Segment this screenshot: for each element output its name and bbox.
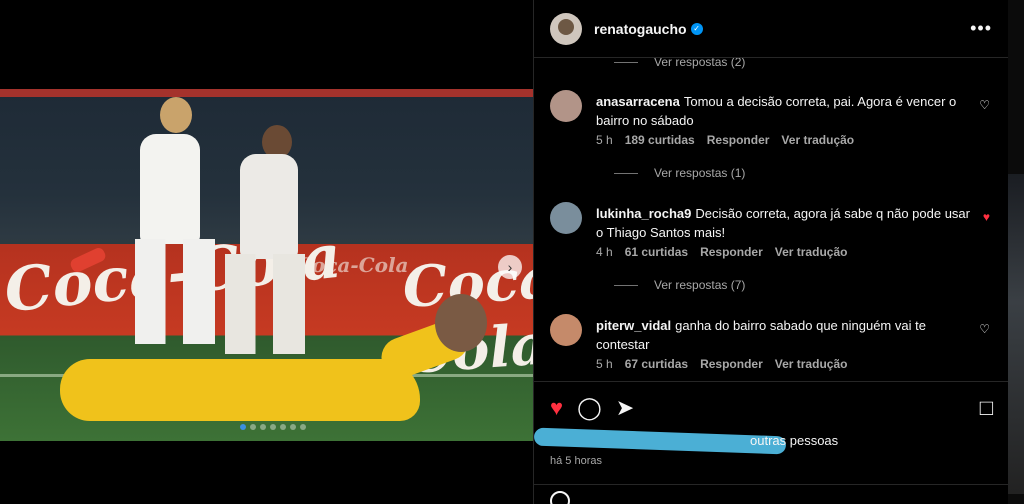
share-icon[interactable]: ➤ xyxy=(616,395,634,421)
carousel-dot xyxy=(280,424,286,430)
author-username[interactable]: renatogaucho xyxy=(594,21,687,37)
comment-meta: 4 h 61 curtidas Responder Ver tradução xyxy=(596,245,847,259)
ad-board-text-middle: Coca-Cola xyxy=(296,253,409,277)
comment-time[interactable]: 5 h xyxy=(596,133,613,147)
comment-time[interactable]: 4 h xyxy=(596,245,613,259)
comment-time[interactable]: 5 h xyxy=(596,357,613,371)
post-header: renatogaucho ✓ ••• xyxy=(534,0,1008,58)
translate-button[interactable]: Ver tradução xyxy=(775,357,848,371)
player-two-legs xyxy=(225,254,305,354)
player-one-legs xyxy=(135,239,215,344)
comment-text: piterw_vidal ganha do bairro sabado que n… xyxy=(596,316,976,354)
carousel-dot xyxy=(300,424,306,430)
carousel-dot xyxy=(240,424,246,430)
comment-text: anasarracena Tomou a decisão correta, pai… xyxy=(596,92,976,130)
comment-likes[interactable]: 67 curtidas xyxy=(625,357,688,371)
comment-meta: 5 h 189 curtidas Responder Ver tradução xyxy=(596,133,854,147)
comment-text: lukinha_rocha9 Decisão correta, agora já … xyxy=(596,204,976,242)
player-one-head xyxy=(160,97,192,133)
photo-stadium-band xyxy=(0,89,533,97)
carousel-dot xyxy=(250,424,256,430)
heart-icon[interactable]: ♥ xyxy=(550,395,563,421)
comments-list: Ver respostas (2) anasarracena Tomou a de… xyxy=(534,58,1009,381)
comment-avatar[interactable] xyxy=(550,202,582,234)
carousel-dot xyxy=(270,424,276,430)
post-actions-bar: ♥ ◯ ➤ □ xyxy=(534,381,1009,433)
more-options-icon[interactable]: ••• xyxy=(970,18,992,39)
comment-meta: 5 h 67 curtidas Responder Ver tradução xyxy=(596,357,847,371)
carousel-dot xyxy=(290,424,296,430)
reply-button[interactable]: Responder xyxy=(700,357,763,371)
comment-username[interactable]: piterw_vidal xyxy=(596,318,671,333)
bookmark-icon[interactable]: □ xyxy=(980,395,993,421)
goalkeeper-body xyxy=(60,359,420,421)
liked-by-text[interactable]: outras pessoas xyxy=(750,433,838,448)
comment-like-heart-icon[interactable]: ♥ xyxy=(983,210,990,224)
player-one-body xyxy=(140,134,200,244)
view-replies-button[interactable]: Ver respostas (2) xyxy=(614,58,745,69)
comment-like-heart-icon[interactable]: ♡ xyxy=(979,322,990,336)
author-avatar[interactable] xyxy=(550,12,582,45)
comment-username[interactable]: lukinha_rocha9 xyxy=(596,206,691,221)
carousel-indicator xyxy=(240,424,306,430)
background-image-fragment xyxy=(1008,174,1024,494)
add-comment-bar xyxy=(534,484,1009,504)
post-timestamp[interactable]: há 5 horas xyxy=(550,455,602,467)
comment-username[interactable]: anasarracena xyxy=(596,94,680,109)
view-replies-button[interactable]: Ver respostas (1) xyxy=(614,166,745,180)
comment-like-heart-icon[interactable]: ♡ xyxy=(979,98,990,112)
reply-button[interactable]: Responder xyxy=(700,245,763,259)
comment-avatar[interactable] xyxy=(550,90,582,122)
carousel-next-button[interactable]: › xyxy=(498,255,522,279)
view-replies-button[interactable]: Ver respostas (7) xyxy=(614,278,745,292)
comment-likes[interactable]: 61 curtidas xyxy=(625,245,688,259)
comment-avatar[interactable] xyxy=(550,314,582,346)
translate-button[interactable]: Ver tradução xyxy=(781,133,854,147)
comment-icon[interactable]: ◯ xyxy=(577,395,602,421)
goalkeeper-head xyxy=(435,294,487,352)
player-two-body xyxy=(240,154,298,259)
emoji-icon[interactable] xyxy=(550,490,570,504)
comment-likes[interactable]: 189 curtidas xyxy=(625,133,695,147)
translate-button[interactable]: Ver tradução xyxy=(775,245,848,259)
verified-badge-icon: ✓ xyxy=(690,22,703,35)
post-photo: Coca-Cola Coca-Cola Coca-Cola › xyxy=(0,89,533,441)
carousel-dot xyxy=(260,424,266,430)
post-side-panel: renatogaucho ✓ ••• Ver respostas (2) ana… xyxy=(533,0,1009,504)
background-page-strip xyxy=(1008,0,1024,504)
reply-button[interactable]: Responder xyxy=(707,133,770,147)
